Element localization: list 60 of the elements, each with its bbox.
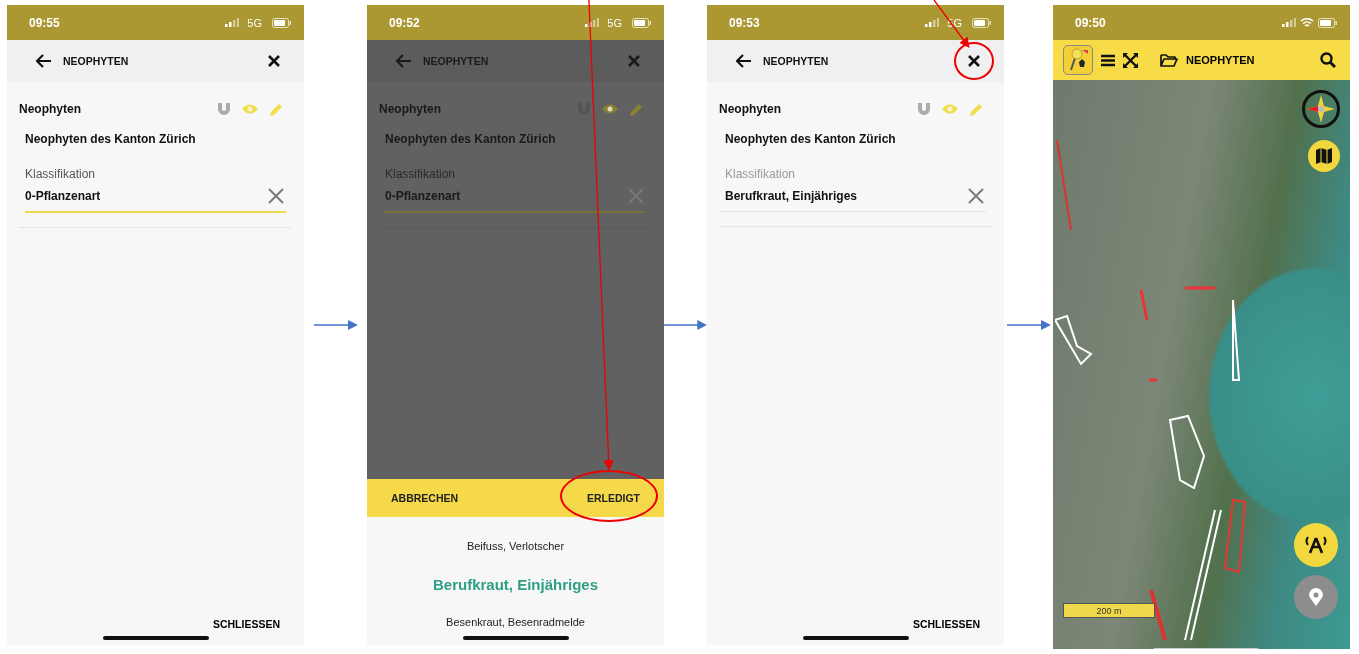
status-time: 09:53 [729, 15, 761, 30]
layer-name: Neophyten [379, 102, 442, 116]
battery-icon [272, 17, 292, 28]
menu-icon[interactable] [1101, 53, 1115, 67]
wifi-icon [1300, 17, 1314, 28]
location-pin-icon [1309, 588, 1323, 606]
picker-option[interactable]: Besenkraut, Besenradmelde [446, 612, 585, 632]
battery-icon [972, 17, 992, 28]
signal-icon [925, 18, 940, 27]
folder-icon[interactable] [1160, 53, 1178, 67]
done-button[interactable]: ERLEDIGT [586, 492, 640, 504]
map-icon [1315, 148, 1333, 164]
map-layers-button[interactable] [1308, 140, 1340, 172]
app-logo-icon[interactable] [1063, 45, 1093, 75]
search-icon[interactable] [1320, 52, 1336, 68]
location-button[interactable] [1294, 575, 1338, 619]
status-time: 09:55 [29, 15, 61, 30]
header-title: NEOPHYTEN [763, 55, 830, 67]
battery-icon [632, 17, 652, 28]
field-label: Klassifikation [725, 167, 797, 181]
signal-icon [225, 18, 240, 27]
layer-title: Neophyten des Kanton Zürich [724, 131, 897, 148]
picker-option[interactable]: Beifuss, Verlotscher [466, 536, 565, 556]
layer-title: Neophyten des Kanton Zürich [384, 131, 557, 148]
battery-icon [1318, 17, 1338, 28]
field-label: Klassifikation [385, 167, 457, 181]
layer-name: Neophyten [19, 102, 82, 116]
status-time: 09:52 [389, 15, 421, 30]
satellite-map-image[interactable]: 200 m [1053, 80, 1350, 649]
layer-title: Neophyten des Kanton Zürich [24, 131, 197, 148]
flow-arrow-icon [664, 319, 707, 331]
close-text-button[interactable]: SCHLIESSEN [212, 618, 280, 630]
status-time: 09:50 [1075, 15, 1107, 30]
field-value: 0-Pflanzenart [25, 189, 101, 203]
cancel-button[interactable]: ABBRECHEN [391, 492, 459, 504]
header-title: NEOPHYTEN [63, 55, 130, 67]
antenna-icon [1303, 535, 1329, 555]
project-title[interactable]: NEOPHYTEN [1186, 54, 1255, 66]
clear-icon[interactable] [968, 188, 984, 204]
classification-field[interactable]: Klassifikation Berufkraut, Einjähriges [719, 167, 986, 212]
field-label: Klassifikation [25, 167, 97, 181]
flow-arrow-icon [1006, 319, 1051, 331]
close-text-button[interactable]: SCHLIESSEN [912, 618, 980, 630]
clear-icon[interactable] [268, 188, 284, 204]
field-value: 0-Pflanzenart [385, 189, 461, 203]
antenna-button[interactable] [1294, 523, 1338, 567]
expand-icon[interactable] [1123, 52, 1138, 68]
network-label: 5G [607, 16, 622, 29]
field-value: Berufkraut, Einjähriges [725, 189, 858, 203]
eye-icon[interactable] [601, 103, 619, 115]
flow-arrow-icon [313, 319, 358, 331]
scale-bar: 200 m [1063, 603, 1155, 618]
compass-icon[interactable] [1302, 90, 1340, 128]
header-title: NEOPHYTEN [423, 55, 490, 67]
layer-name: Neophyten [719, 102, 782, 116]
annotation-arrow [933, 0, 970, 49]
classification-field[interactable]: Klassifikation 0-Pflanzenart [25, 167, 286, 213]
signal-icon [585, 18, 600, 27]
signal-icon [1282, 18, 1296, 27]
network-label: 5G [247, 16, 262, 29]
